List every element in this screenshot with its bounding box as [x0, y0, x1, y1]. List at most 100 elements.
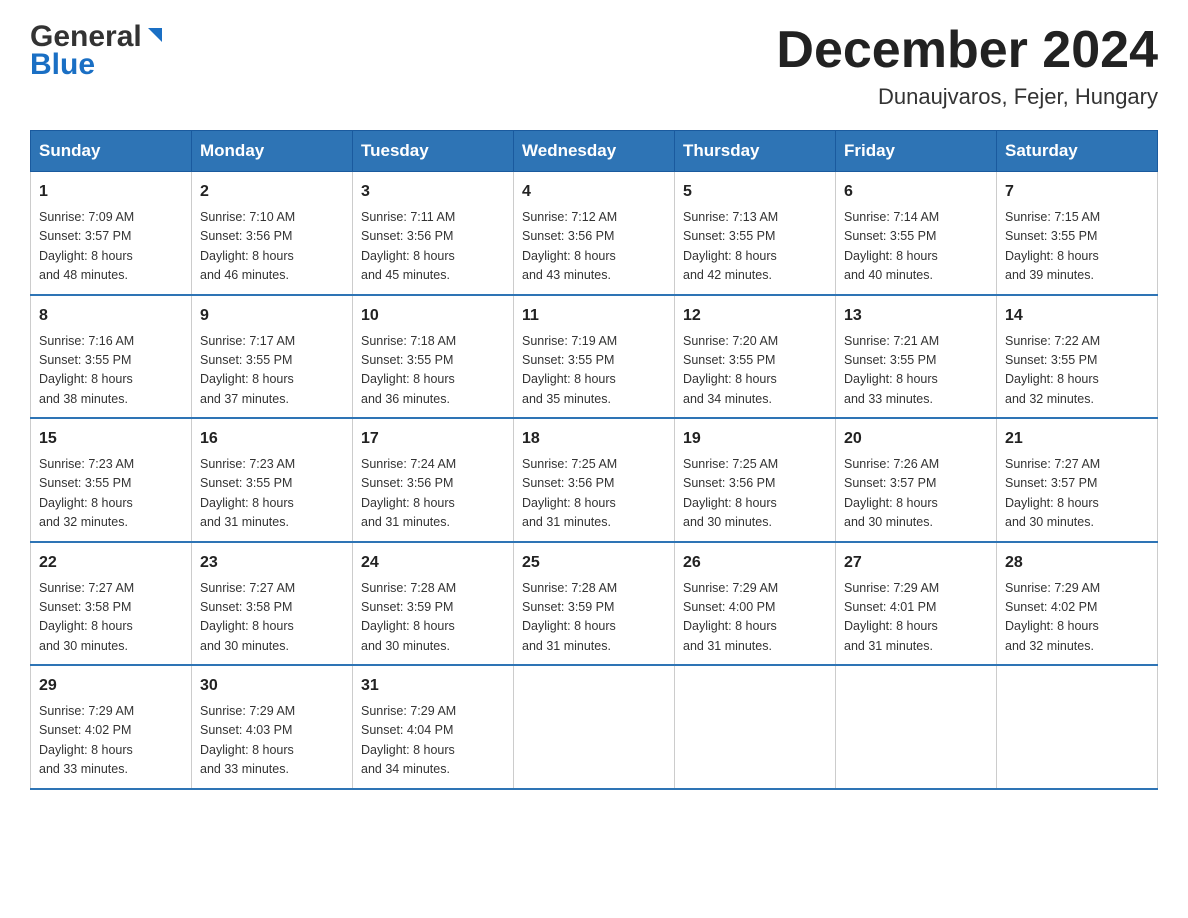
- page-header: General Blue December 2024 Dunaujvaros, …: [30, 20, 1158, 110]
- calendar-day-cell: 1 Sunrise: 7:09 AM Sunset: 3:57 PM Dayli…: [31, 172, 192, 295]
- calendar-day-cell: 8 Sunrise: 7:16 AM Sunset: 3:55 PM Dayli…: [31, 295, 192, 419]
- day-number: 3: [361, 180, 505, 204]
- calendar-week-row: 29 Sunrise: 7:29 AM Sunset: 4:02 PM Dayl…: [31, 665, 1158, 789]
- calendar-day-cell: 30 Sunrise: 7:29 AM Sunset: 4:03 PM Dayl…: [192, 665, 353, 789]
- logo: General Blue: [30, 20, 166, 82]
- day-number: 10: [361, 304, 505, 328]
- calendar-day-cell: 25 Sunrise: 7:28 AM Sunset: 3:59 PM Dayl…: [514, 542, 675, 666]
- day-number: 1: [39, 180, 183, 204]
- day-of-week-header: Sunday: [31, 131, 192, 172]
- day-info: Sunrise: 7:11 AM Sunset: 3:56 PM Dayligh…: [361, 208, 505, 286]
- calendar-day-cell: 15 Sunrise: 7:23 AM Sunset: 3:55 PM Dayl…: [31, 418, 192, 542]
- calendar-day-cell: 6 Sunrise: 7:14 AM Sunset: 3:55 PM Dayli…: [836, 172, 997, 295]
- day-info: Sunrise: 7:29 AM Sunset: 4:03 PM Dayligh…: [200, 702, 344, 780]
- calendar-day-cell: 5 Sunrise: 7:13 AM Sunset: 3:55 PM Dayli…: [675, 172, 836, 295]
- day-info: Sunrise: 7:09 AM Sunset: 3:57 PM Dayligh…: [39, 208, 183, 286]
- day-info: Sunrise: 7:27 AM Sunset: 3:58 PM Dayligh…: [39, 579, 183, 657]
- day-info: Sunrise: 7:29 AM Sunset: 4:00 PM Dayligh…: [683, 579, 827, 657]
- day-info: Sunrise: 7:25 AM Sunset: 3:56 PM Dayligh…: [683, 455, 827, 533]
- day-of-week-header: Saturday: [997, 131, 1158, 172]
- logo-triangle-icon: [144, 24, 166, 46]
- day-number: 30: [200, 674, 344, 698]
- day-number: 5: [683, 180, 827, 204]
- day-info: Sunrise: 7:12 AM Sunset: 3:56 PM Dayligh…: [522, 208, 666, 286]
- day-info: Sunrise: 7:27 AM Sunset: 3:58 PM Dayligh…: [200, 579, 344, 657]
- day-number: 19: [683, 427, 827, 451]
- day-info: Sunrise: 7:15 AM Sunset: 3:55 PM Dayligh…: [1005, 208, 1149, 286]
- calendar-day-cell: 19 Sunrise: 7:25 AM Sunset: 3:56 PM Dayl…: [675, 418, 836, 542]
- calendar-day-cell: 24 Sunrise: 7:28 AM Sunset: 3:59 PM Dayl…: [353, 542, 514, 666]
- calendar-day-cell: 17 Sunrise: 7:24 AM Sunset: 3:56 PM Dayl…: [353, 418, 514, 542]
- calendar-day-cell: 16 Sunrise: 7:23 AM Sunset: 3:55 PM Dayl…: [192, 418, 353, 542]
- day-number: 24: [361, 551, 505, 575]
- calendar-week-row: 15 Sunrise: 7:23 AM Sunset: 3:55 PM Dayl…: [31, 418, 1158, 542]
- day-info: Sunrise: 7:25 AM Sunset: 3:56 PM Dayligh…: [522, 455, 666, 533]
- calendar-day-cell: 12 Sunrise: 7:20 AM Sunset: 3:55 PM Dayl…: [675, 295, 836, 419]
- day-number: 28: [1005, 551, 1149, 575]
- day-info: Sunrise: 7:29 AM Sunset: 4:04 PM Dayligh…: [361, 702, 505, 780]
- calendar-day-cell: 21 Sunrise: 7:27 AM Sunset: 3:57 PM Dayl…: [997, 418, 1158, 542]
- day-info: Sunrise: 7:24 AM Sunset: 3:56 PM Dayligh…: [361, 455, 505, 533]
- day-number: 14: [1005, 304, 1149, 328]
- logo-blue-text: Blue: [30, 48, 95, 82]
- day-number: 9: [200, 304, 344, 328]
- calendar-day-cell: 28 Sunrise: 7:29 AM Sunset: 4:02 PM Dayl…: [997, 542, 1158, 666]
- day-number: 26: [683, 551, 827, 575]
- calendar-body: 1 Sunrise: 7:09 AM Sunset: 3:57 PM Dayli…: [31, 172, 1158, 789]
- day-info: Sunrise: 7:23 AM Sunset: 3:55 PM Dayligh…: [200, 455, 344, 533]
- day-info: Sunrise: 7:22 AM Sunset: 3:55 PM Dayligh…: [1005, 332, 1149, 410]
- calendar-day-cell: 9 Sunrise: 7:17 AM Sunset: 3:55 PM Dayli…: [192, 295, 353, 419]
- day-info: Sunrise: 7:29 AM Sunset: 4:01 PM Dayligh…: [844, 579, 988, 657]
- calendar-week-row: 1 Sunrise: 7:09 AM Sunset: 3:57 PM Dayli…: [31, 172, 1158, 295]
- calendar-day-cell: [836, 665, 997, 789]
- day-number: 25: [522, 551, 666, 575]
- calendar-day-cell: 29 Sunrise: 7:29 AM Sunset: 4:02 PM Dayl…: [31, 665, 192, 789]
- calendar-day-cell: 31 Sunrise: 7:29 AM Sunset: 4:04 PM Dayl…: [353, 665, 514, 789]
- day-number: 12: [683, 304, 827, 328]
- day-info: Sunrise: 7:16 AM Sunset: 3:55 PM Dayligh…: [39, 332, 183, 410]
- day-number: 17: [361, 427, 505, 451]
- calendar-day-cell: 10 Sunrise: 7:18 AM Sunset: 3:55 PM Dayl…: [353, 295, 514, 419]
- day-of-week-header: Monday: [192, 131, 353, 172]
- day-of-week-header: Wednesday: [514, 131, 675, 172]
- calendar-day-cell: 18 Sunrise: 7:25 AM Sunset: 3:56 PM Dayl…: [514, 418, 675, 542]
- day-info: Sunrise: 7:20 AM Sunset: 3:55 PM Dayligh…: [683, 332, 827, 410]
- calendar-week-row: 22 Sunrise: 7:27 AM Sunset: 3:58 PM Dayl…: [31, 542, 1158, 666]
- calendar-day-cell: 11 Sunrise: 7:19 AM Sunset: 3:55 PM Dayl…: [514, 295, 675, 419]
- day-number: 6: [844, 180, 988, 204]
- day-number: 2: [200, 180, 344, 204]
- day-number: 22: [39, 551, 183, 575]
- day-number: 7: [1005, 180, 1149, 204]
- day-info: Sunrise: 7:29 AM Sunset: 4:02 PM Dayligh…: [1005, 579, 1149, 657]
- calendar-day-cell: 2 Sunrise: 7:10 AM Sunset: 3:56 PM Dayli…: [192, 172, 353, 295]
- day-info: Sunrise: 7:17 AM Sunset: 3:55 PM Dayligh…: [200, 332, 344, 410]
- calendar-day-cell: 4 Sunrise: 7:12 AM Sunset: 3:56 PM Dayli…: [514, 172, 675, 295]
- day-info: Sunrise: 7:29 AM Sunset: 4:02 PM Dayligh…: [39, 702, 183, 780]
- calendar-day-cell: 22 Sunrise: 7:27 AM Sunset: 3:58 PM Dayl…: [31, 542, 192, 666]
- day-info: Sunrise: 7:14 AM Sunset: 3:55 PM Dayligh…: [844, 208, 988, 286]
- day-number: 18: [522, 427, 666, 451]
- calendar-header: SundayMondayTuesdayWednesdayThursdayFrid…: [31, 131, 1158, 172]
- day-info: Sunrise: 7:28 AM Sunset: 3:59 PM Dayligh…: [522, 579, 666, 657]
- day-info: Sunrise: 7:21 AM Sunset: 3:55 PM Dayligh…: [844, 332, 988, 410]
- day-number: 23: [200, 551, 344, 575]
- calendar-day-cell: 3 Sunrise: 7:11 AM Sunset: 3:56 PM Dayli…: [353, 172, 514, 295]
- day-number: 27: [844, 551, 988, 575]
- page-subtitle: Dunaujvaros, Fejer, Hungary: [776, 84, 1158, 110]
- calendar-day-cell: [997, 665, 1158, 789]
- page-title: December 2024: [776, 20, 1158, 80]
- day-info: Sunrise: 7:19 AM Sunset: 3:55 PM Dayligh…: [522, 332, 666, 410]
- day-info: Sunrise: 7:13 AM Sunset: 3:55 PM Dayligh…: [683, 208, 827, 286]
- day-number: 16: [200, 427, 344, 451]
- day-number: 8: [39, 304, 183, 328]
- day-number: 31: [361, 674, 505, 698]
- day-number: 4: [522, 180, 666, 204]
- calendar-day-cell: [514, 665, 675, 789]
- day-info: Sunrise: 7:28 AM Sunset: 3:59 PM Dayligh…: [361, 579, 505, 657]
- title-area: December 2024 Dunaujvaros, Fejer, Hungar…: [776, 20, 1158, 110]
- calendar-day-cell: 7 Sunrise: 7:15 AM Sunset: 3:55 PM Dayli…: [997, 172, 1158, 295]
- day-of-week-header: Tuesday: [353, 131, 514, 172]
- calendar-day-cell: 26 Sunrise: 7:29 AM Sunset: 4:00 PM Dayl…: [675, 542, 836, 666]
- day-number: 11: [522, 304, 666, 328]
- days-of-week-row: SundayMondayTuesdayWednesdayThursdayFrid…: [31, 131, 1158, 172]
